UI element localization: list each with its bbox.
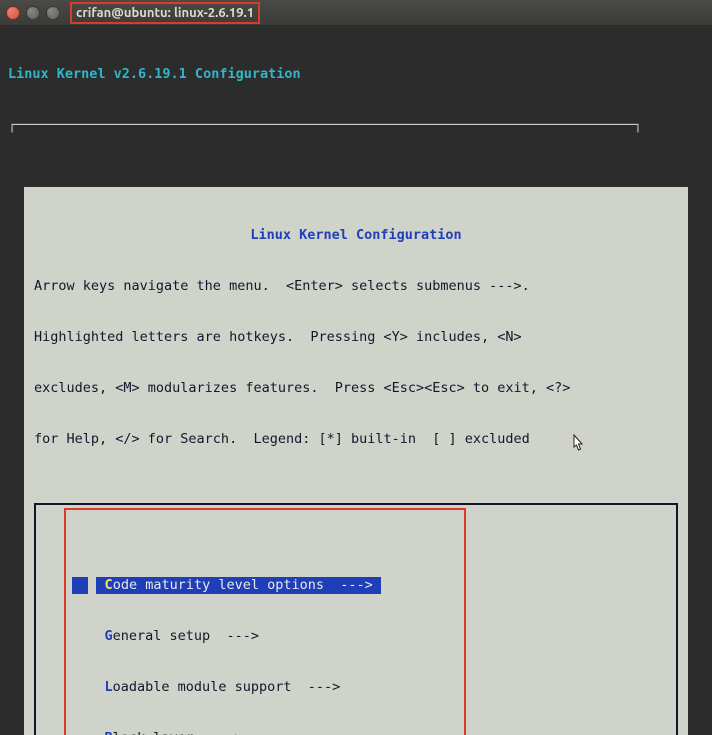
- menu-hotkey: C: [105, 577, 113, 593]
- annotation-outline-menu: [64, 508, 466, 735]
- terminal-window: crifan@ubuntu: linux-2.6.19.1 Linux Kern…: [0, 0, 712, 735]
- menu-label: eneral setup --->: [113, 628, 259, 644]
- menu-label: ode maturity level options --->: [113, 577, 373, 593]
- menu-hotkey: G: [105, 628, 113, 644]
- close-icon[interactable]: [6, 6, 20, 20]
- menu-frame: Code maturity level options ---> General…: [34, 503, 678, 735]
- maximize-icon[interactable]: [46, 6, 60, 20]
- titlebar[interactable]: crifan@ubuntu: linux-2.6.19.1: [0, 0, 712, 26]
- menu-hotkey: B: [105, 730, 113, 735]
- minimize-icon[interactable]: [26, 6, 40, 20]
- dialog-title: Linux Kernel Configuration: [34, 227, 678, 244]
- menu-label: oadable module support --->: [113, 679, 341, 695]
- menu-item-general-setup[interactable]: General setup --->: [36, 628, 676, 645]
- help-line-0: Arrow keys navigate the menu. <Enter> se…: [34, 278, 678, 295]
- menu-item-code-maturity[interactable]: Code maturity level options --->: [36, 577, 676, 594]
- menu-hotkey: L: [105, 679, 113, 695]
- header-line: Linux Kernel v2.6.19.1 Configuration: [8, 66, 704, 83]
- config-dialog: Linux Kernel Configuration Arrow keys na…: [24, 187, 688, 735]
- help-line-2: excludes, <M> modularizes features. Pres…: [34, 380, 678, 397]
- terminal-body[interactable]: Linux Kernel v2.6.19.1 Configuration ┌──…: [0, 26, 712, 735]
- window-controls: [6, 6, 60, 20]
- outer-box-top: ┌───────────────────────────────────────…: [8, 117, 704, 134]
- window-title: crifan@ubuntu: linux-2.6.19.1: [70, 2, 260, 24]
- help-line-3: for Help, </> for Search. Legend: [*] bu…: [34, 431, 678, 448]
- menu-item-block-layer[interactable]: Block layer --->: [36, 730, 676, 735]
- menu-label: lock layer --->: [113, 730, 243, 735]
- header-text: Linux Kernel v2.6.19.1 Configuration: [8, 66, 301, 82]
- menu-item-loadable-module[interactable]: Loadable module support --->: [36, 679, 676, 696]
- help-line-1: Highlighted letters are hotkeys. Pressin…: [34, 329, 678, 346]
